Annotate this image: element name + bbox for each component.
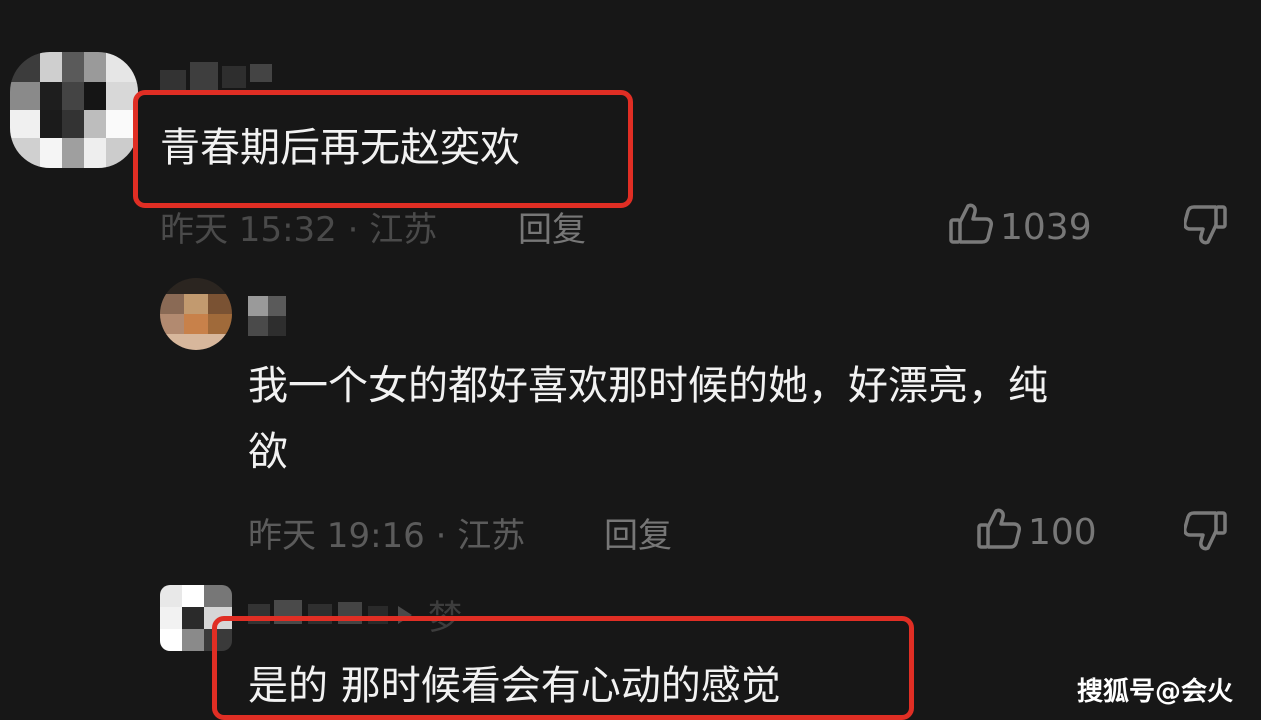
reply-button[interactable]: 回复 <box>604 508 672 557</box>
thumbs-up-icon <box>948 200 994 255</box>
comment-text-line2: 欲 <box>248 429 288 475</box>
thumbs-down-icon <box>1183 205 1227 245</box>
avatar[interactable] <box>10 52 138 168</box>
watermark: 搜狐号@会火 <box>1076 677 1233 707</box>
thumbs-up-icon <box>976 505 1022 560</box>
dislike-button[interactable] <box>1183 510 1228 558</box>
comment-text: 是的 那时候看会有心动的感觉 <box>248 663 781 709</box>
reply-button[interactable]: 回复 <box>518 202 586 251</box>
comment-meta: 昨天 15:32 · 江苏 <box>160 210 438 250</box>
like-count: 100 <box>1028 512 1097 553</box>
comment-text: 青春期后再无赵奕欢 <box>160 125 520 171</box>
thumbs-down-icon <box>1183 511 1227 551</box>
avatar[interactable] <box>160 278 232 350</box>
dislike-button[interactable] <box>1183 204 1228 252</box>
like-button[interactable]: 1039 <box>948 200 1092 255</box>
like-count: 1039 <box>1000 207 1092 248</box>
comment-text-line1: 我一个女的都好喜欢那时候的她，好漂亮，纯 <box>248 363 1048 409</box>
username-blurred[interactable] <box>248 296 298 344</box>
like-button[interactable]: 100 <box>976 505 1097 560</box>
comment-meta: 昨天 19:16 · 江苏 <box>248 516 526 556</box>
